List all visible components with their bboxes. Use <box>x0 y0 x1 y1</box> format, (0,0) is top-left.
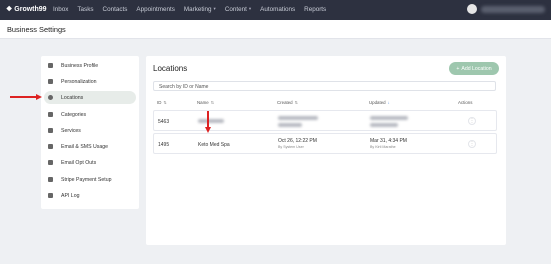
main-nav: Inbox Tasks Contacts Appointments Market… <box>53 6 335 13</box>
row-actions-button[interactable]: ⋮ <box>468 117 476 125</box>
nav-inbox[interactable]: Inbox <box>53 6 68 13</box>
row-actions-button[interactable]: ⋮ <box>468 140 476 148</box>
redacted-created-by <box>278 123 302 127</box>
chevron-down-icon: ▾ <box>248 6 252 11</box>
mail-icon <box>48 144 53 149</box>
building-icon <box>48 63 53 68</box>
redacted-updated-by <box>370 123 398 127</box>
search-input[interactable]: Search by ID or Name <box>153 81 496 91</box>
sidebar-item-email-sms-usage[interactable]: Email & SMS Usage <box>44 140 136 153</box>
nav-content[interactable]: Content ▾ <box>225 6 251 13</box>
row-id: 1495 <box>158 142 170 148</box>
nav-contacts[interactable]: Contacts <box>103 6 128 13</box>
row-created-by: By System User <box>278 145 304 149</box>
top-nav-bar: ❖ Growth99 Inbox Tasks Contacts Appointm… <box>0 0 551 20</box>
row-updated: Mar 31, 4:34 PM <box>370 138 407 144</box>
sidebar-item-personalization[interactable]: Personalization <box>44 75 136 88</box>
sort-desc-icon: ↓ <box>387 100 390 105</box>
card-icon <box>48 177 53 182</box>
redacted-user-name <box>481 5 545 13</box>
nav-tasks[interactable]: Tasks <box>77 6 93 13</box>
nav-marketing[interactable]: Marketing ▾ <box>184 6 216 13</box>
annotation-arrowhead-icon <box>205 127 211 133</box>
opt-out-icon <box>48 160 53 165</box>
nav-appointments[interactable]: Appointments <box>136 6 175 13</box>
brush-icon <box>48 79 53 84</box>
sidebar-item-api-log[interactable]: API Log <box>44 189 136 202</box>
column-header-id[interactable]: ID ⇅ <box>157 100 167 105</box>
row-updated-by: By Kirti Marathe <box>370 145 396 149</box>
column-header-name[interactable]: Name ⇅ <box>197 100 214 105</box>
annotation-arrowhead-icon <box>36 94 42 100</box>
add-location-button[interactable]: + Add Location <box>449 62 499 75</box>
location-pin-icon <box>48 95 53 100</box>
sidebar-item-email-opt-outs[interactable]: Email Opt Outs <box>44 156 136 169</box>
table-row[interactable]: 1495 Keto Med Spa Oct 26, 12:22 PM By Sy… <box>153 133 497 154</box>
briefcase-icon <box>48 128 53 133</box>
sidebar-item-categories[interactable]: Categories <box>44 108 136 121</box>
plus-icon: + <box>456 65 460 72</box>
chevron-down-icon: ▾ <box>213 6 216 11</box>
column-header-updated[interactable]: Updated ↓ <box>369 100 390 105</box>
sidebar-item-services[interactable]: Services <box>44 124 136 137</box>
redacted-name <box>198 119 224 123</box>
user-menu[interactable] <box>467 4 545 14</box>
redacted-created <box>278 116 318 120</box>
annotation-arrow-locations <box>10 96 38 98</box>
redacted-updated <box>370 116 408 120</box>
nav-automations[interactable]: Automations <box>260 6 295 13</box>
sidebar-item-business-profile[interactable]: Business Profile <box>44 59 136 72</box>
row-name[interactable]: Keto Med Spa <box>198 142 230 148</box>
sidebar-item-stripe-payment-setup[interactable]: Stripe Payment Setup <box>44 173 136 186</box>
nav-reports[interactable]: Reports <box>304 6 326 13</box>
sort-icon: ⇅ <box>210 100 215 105</box>
locations-panel: Locations + Add Location Search by ID or… <box>146 56 506 245</box>
avatar[interactable] <box>467 4 477 14</box>
page-header: Business Settings <box>0 20 551 39</box>
logo-mark-icon: ❖ <box>6 6 13 13</box>
column-header-actions: Actions <box>458 100 473 105</box>
sidebar-item-locations[interactable]: Locations <box>44 91 136 104</box>
sort-icon: ⇅ <box>294 100 298 105</box>
locations-heading: Locations <box>153 64 188 73</box>
row-created: Oct 26, 12:22 PM <box>278 138 317 144</box>
logo-text: Growth99 <box>14 5 47 13</box>
column-header-created[interactable]: Created ⇅ <box>277 100 298 105</box>
growth99-logo[interactable]: ❖ Growth99 <box>6 5 47 14</box>
settings-sidebar: Business Profile Personalization Locatio… <box>41 56 139 209</box>
sort-icon: ⇅ <box>163 100 167 105</box>
tag-icon <box>48 112 53 117</box>
page-title: Business Settings <box>7 25 66 34</box>
row-id: 5463 <box>158 119 170 125</box>
log-icon <box>48 193 53 198</box>
